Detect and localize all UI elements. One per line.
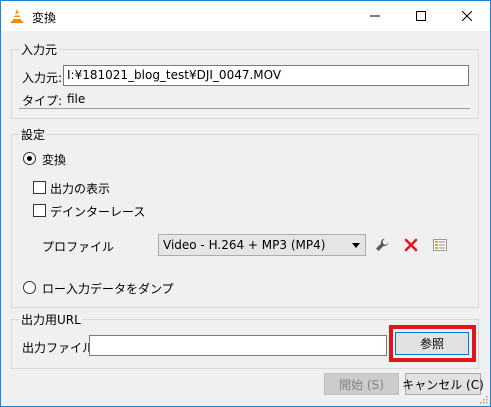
resize-grip-icon[interactable] — [478, 394, 488, 404]
close-button[interactable] — [444, 1, 490, 31]
maximize-icon — [416, 11, 426, 21]
type-value: file — [67, 92, 86, 106]
deinterlace-checkbox[interactable] — [33, 204, 46, 217]
minimize-icon — [370, 15, 380, 17]
wrench-icon — [376, 238, 389, 251]
settings-group-label: 設定 — [19, 126, 48, 143]
radio-selected-dot — [27, 156, 32, 161]
source-divider — [19, 108, 470, 109]
browse-button[interactable]: 参照 — [395, 332, 469, 355]
delete-x-icon — [404, 238, 418, 252]
delete-profile-button[interactable] — [401, 235, 421, 255]
title-bar[interactable]: 変換 — [1, 1, 490, 31]
output-file-input[interactable] — [89, 335, 387, 356]
type-label: タイプ: — [22, 94, 63, 108]
window-title: 変換 — [32, 11, 57, 25]
source-path-input[interactable]: I:¥181021_blog_test¥DJI_0047.MOV — [63, 65, 469, 86]
output-file-label: 出力ファイル: — [22, 341, 99, 355]
chevron-down-icon — [352, 243, 360, 248]
new-profile-button[interactable] — [430, 235, 450, 255]
start-button[interactable]: 開始 (S) — [324, 373, 399, 395]
source-label: 入力元: — [22, 71, 63, 85]
show-output-checkbox[interactable] — [33, 181, 46, 194]
convert-label: 変換 — [42, 153, 67, 167]
new-profile-icon — [433, 239, 447, 251]
maximize-button[interactable] — [398, 1, 444, 31]
profile-select-value: Video - H.264 + MP3 (MP4) — [163, 238, 326, 252]
show-output-label: 出力の表示 — [50, 182, 111, 196]
edit-profile-button[interactable] — [372, 235, 392, 255]
convert-radio[interactable] — [23, 152, 36, 165]
profile-select[interactable]: Video - H.264 + MP3 (MP4) — [158, 234, 366, 256]
cancel-button[interactable]: キャンセル (C) — [402, 373, 484, 395]
destination-group-label: 出力用URL — [19, 311, 83, 328]
profile-label: プロファイル — [42, 240, 115, 254]
minimize-button[interactable] — [352, 1, 398, 31]
convert-dialog: 変換 入力元 入力元: I:¥181021_blog_test¥DJI_0047… — [0, 0, 491, 407]
deinterlace-label: デインターレース — [50, 205, 146, 219]
vlc-cone-icon — [11, 9, 23, 23]
source-group-label: 入力元 — [19, 41, 60, 58]
dump-raw-label: ロー入力データをダンプ — [42, 282, 174, 296]
dump-raw-radio[interactable] — [23, 281, 36, 294]
close-icon — [462, 11, 472, 21]
